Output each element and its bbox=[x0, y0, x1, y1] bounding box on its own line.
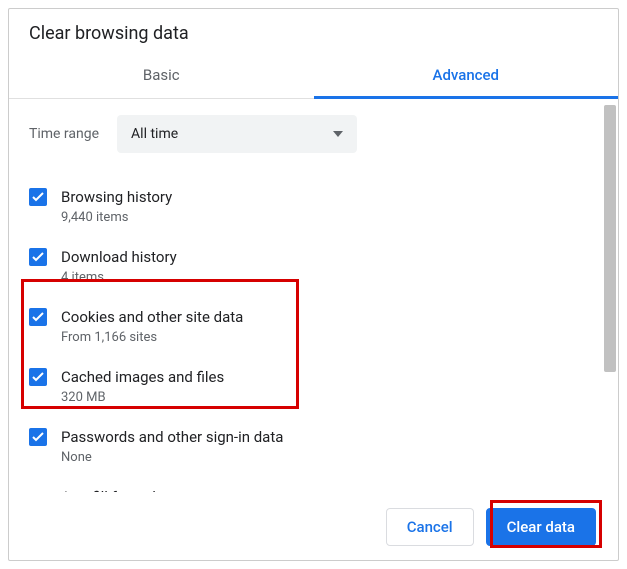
scrollbar-track[interactable] bbox=[604, 105, 616, 486]
item-cookies: Cookies and other site data From 1,166 s… bbox=[29, 297, 590, 357]
dialog-footer: Cancel Clear data bbox=[9, 492, 618, 560]
time-range-row: Time range All time bbox=[29, 115, 590, 153]
item-title: Browsing history bbox=[61, 187, 580, 207]
scrollbar-thumb[interactable] bbox=[604, 105, 616, 372]
tab-label: Advanced bbox=[433, 66, 499, 84]
item-title: Download history bbox=[61, 247, 580, 267]
time-range-value: All time bbox=[131, 126, 178, 142]
item-sub: None bbox=[61, 449, 580, 467]
checkbox-cookies[interactable] bbox=[29, 308, 47, 326]
dialog-content: Time range All time Browsi bbox=[9, 99, 618, 492]
item-title: Cached images and files bbox=[61, 367, 580, 387]
button-label: Clear data bbox=[507, 518, 575, 536]
clear-data-button[interactable]: Clear data bbox=[486, 508, 596, 546]
tab-label: Basic bbox=[143, 66, 180, 84]
items-list: Browsing history 9,440 items Download hi… bbox=[29, 177, 590, 492]
item-autofill: Autofill form data bbox=[29, 477, 590, 492]
checkbox-cached[interactable] bbox=[29, 368, 47, 386]
item-title: Autofill form data bbox=[61, 487, 580, 492]
time-range-select[interactable]: All time bbox=[117, 115, 357, 153]
clear-browsing-data-dialog: Clear browsing data Basic Advanced Time … bbox=[8, 8, 619, 561]
checkbox-passwords[interactable] bbox=[29, 428, 47, 446]
tabs: Basic Advanced bbox=[9, 54, 618, 99]
item-passwords: Passwords and other sign-in data None bbox=[29, 417, 590, 477]
cancel-button[interactable]: Cancel bbox=[386, 508, 474, 546]
time-range-label: Time range bbox=[29, 126, 99, 142]
item-sub: 320 MB bbox=[61, 389, 580, 407]
dialog-title: Clear browsing data bbox=[9, 9, 618, 54]
scroll-area: Time range All time Browsi bbox=[9, 99, 600, 492]
button-label: Cancel bbox=[407, 518, 453, 536]
checkbox-download-history[interactable] bbox=[29, 248, 47, 266]
chevron-down-icon bbox=[333, 131, 343, 137]
item-sub: 4 items bbox=[61, 269, 580, 287]
checkbox-browsing-history[interactable] bbox=[29, 188, 47, 206]
item-title: Passwords and other sign-in data bbox=[61, 427, 580, 447]
tab-advanced[interactable]: Advanced bbox=[314, 54, 619, 98]
item-title: Cookies and other site data bbox=[61, 307, 580, 327]
item-download-history: Download history 4 items bbox=[29, 237, 590, 297]
item-cached: Cached images and files 320 MB bbox=[29, 357, 590, 417]
item-browsing-history: Browsing history 9,440 items bbox=[29, 177, 590, 237]
tab-basic[interactable]: Basic bbox=[9, 54, 314, 98]
item-sub: From 1,166 sites bbox=[61, 329, 580, 347]
item-sub: 9,440 items bbox=[61, 209, 580, 227]
